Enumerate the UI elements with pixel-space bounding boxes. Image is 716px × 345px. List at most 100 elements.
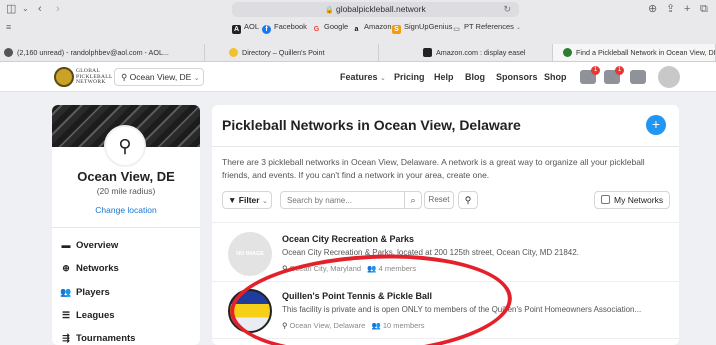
search-icon: ⌕ bbox=[410, 195, 416, 205]
overview-icon: ▬ bbox=[61, 240, 71, 250]
network-thumbnail: NO IMAGE bbox=[228, 232, 272, 276]
list-item[interactable]: Quillen's Point Tennis & Pickle Ball Thi… bbox=[212, 283, 679, 339]
address-bar[interactable]: 🔒 globalpickleball.network ↻ bbox=[232, 2, 519, 17]
tab-overview-icon[interactable]: ⧉ bbox=[700, 3, 708, 15]
fav-signupgenius[interactable]: S SignUpGenius bbox=[392, 21, 452, 34]
sidebar-item-label: Overview bbox=[76, 240, 119, 251]
divider bbox=[52, 227, 200, 228]
browser-toolbar: ◫ ⌄ ‹ › 🔒 globalpickleball.network ↻ ⊕ ⇪ … bbox=[0, 0, 716, 18]
chevron-down-icon: ⌄ bbox=[193, 75, 200, 82]
tab-label: Directory – Quillen's Point bbox=[242, 48, 325, 57]
download-icon[interactable]: ⊕ bbox=[648, 3, 657, 15]
nav-features[interactable]: Features ⌄ bbox=[340, 62, 386, 92]
nav-sponsors[interactable]: Sponsors bbox=[496, 62, 538, 92]
sidebar-item-overview[interactable]: ▬ Overview bbox=[60, 238, 119, 252]
location-card: ⚲ Ocean View, DE (20 mile radius) Change… bbox=[52, 105, 200, 345]
tab-label: Find a Pickleball Network in Ocean View,… bbox=[576, 48, 716, 57]
amazon-icon bbox=[423, 48, 432, 57]
tab-label: Amazon.com : display easel bbox=[436, 48, 526, 57]
bell-icon[interactable]: 1 bbox=[604, 66, 624, 84]
list-icon: ☰ bbox=[61, 310, 71, 320]
network-name[interactable]: Quillen's Point Tennis & Pickle Ball bbox=[282, 291, 432, 301]
fav-label: Amazon bbox=[364, 22, 392, 31]
nav-label: Features bbox=[340, 72, 378, 82]
sidebar-item-networks[interactable]: ⊕ Networks bbox=[60, 261, 119, 275]
search-button[interactable]: ⌕ bbox=[404, 191, 422, 209]
network-meta: ⚲ Ocean City, Maryland 👥 4 members bbox=[282, 264, 416, 273]
logo-text: GLOBAL PICKLEBALL NETWORK bbox=[76, 68, 113, 86]
globe-icon: ⊕ bbox=[62, 263, 70, 273]
tab-amazon[interactable]: Amazon.com : display easel bbox=[379, 44, 553, 61]
google-icon: G bbox=[313, 26, 320, 33]
location-selector[interactable]: ⚲ Ocean View, DE ⌄ bbox=[114, 68, 204, 86]
sidebar-item-label: Leagues bbox=[76, 310, 115, 321]
nav-shop[interactable]: Shop bbox=[544, 62, 567, 92]
reload-icon[interactable]: ↻ bbox=[503, 2, 511, 17]
network-name[interactable]: Ocean City Recreation & Parks bbox=[282, 234, 414, 244]
menu-icon[interactable]: ≡ bbox=[6, 21, 11, 33]
contacts-icon[interactable] bbox=[630, 70, 646, 84]
site-favicon bbox=[229, 48, 238, 57]
filter-button[interactable]: ▼ Filter ⌄ bbox=[222, 191, 272, 209]
fav-aol[interactable]: A AOL bbox=[232, 21, 259, 34]
near-me-button[interactable]: ⚲ bbox=[458, 191, 478, 209]
location-label: Ocean View, DE bbox=[129, 72, 192, 82]
nav-help[interactable]: Help bbox=[434, 62, 454, 92]
favorites-bar: ≡ A AOL f Facebook G Google a Amazon S SignUp… bbox=[0, 19, 716, 34]
sidebar-toggle-icon[interactable]: ◫ bbox=[6, 3, 16, 15]
notifications-badge: 1 bbox=[615, 66, 624, 75]
page-title: Pickleball Networks in Ocean View, Delaw… bbox=[222, 117, 521, 133]
search-radius: (20 mile radius) bbox=[96, 186, 156, 196]
my-networks-toggle[interactable]: My Networks bbox=[594, 191, 670, 209]
fav-amazon[interactable]: a Amazon bbox=[352, 21, 392, 34]
filter-icon: ▼ bbox=[228, 195, 237, 205]
signupgenius-icon: S bbox=[392, 25, 401, 34]
new-tab-icon[interactable]: + bbox=[684, 3, 690, 15]
sidebar-item-label: Networks bbox=[76, 263, 119, 274]
site-header: GLOBAL PICKLEBALL NETWORK ⚲ Ocean View, … bbox=[0, 62, 716, 92]
avatar[interactable] bbox=[658, 66, 680, 88]
list-item[interactable]: NO IMAGE Ocean City Recreation & Parks O… bbox=[212, 226, 679, 282]
sidebar-item-label: Players bbox=[76, 287, 110, 298]
logo-line: NETWORK bbox=[76, 79, 106, 85]
site-favicon bbox=[563, 48, 572, 57]
share-icon[interactable]: ⇪ bbox=[666, 3, 675, 15]
sidebar-item-players[interactable]: 👥 Players bbox=[60, 285, 110, 299]
tab-find-network[interactable]: Find a Pickleball Network in Ocean View,… bbox=[553, 44, 716, 61]
reset-button[interactable]: Reset bbox=[424, 191, 454, 209]
map-pin-icon: ⚲ bbox=[464, 195, 472, 205]
chevron-down-icon[interactable]: ⌄ bbox=[22, 3, 29, 15]
tab-directory[interactable]: Directory – Quillen's Point bbox=[205, 44, 379, 61]
city-name: Ocean View, DE bbox=[77, 169, 175, 184]
sidebar-item-leagues[interactable]: ☰ Leagues bbox=[60, 308, 115, 322]
network-location: Ocean View, Delaware bbox=[289, 321, 366, 330]
plus-icon: + bbox=[651, 116, 661, 132]
fav-google[interactable]: G Google bbox=[312, 21, 348, 34]
fav-facebook[interactable]: f Facebook bbox=[262, 21, 307, 34]
fav-label: Google bbox=[324, 22, 349, 31]
nav-pricing[interactable]: Pricing bbox=[394, 62, 425, 92]
tab-aol-mail[interactable]: (2,160 unread) - randolphbev@aol.com - A… bbox=[0, 44, 205, 61]
tab-label: (2,160 unread) - randolphbev@aol.com - A… bbox=[17, 48, 169, 57]
map-pin-icon: ⚲ bbox=[121, 72, 128, 82]
sidebar-item-tournaments[interactable]: ⇶ Tournaments bbox=[60, 331, 135, 345]
fav-label: PT References bbox=[464, 22, 514, 31]
forward-icon[interactable]: › bbox=[56, 3, 60, 15]
network-description: This facility is private and is open ONL… bbox=[282, 305, 642, 314]
chevron-down-icon: ⌄ bbox=[261, 198, 268, 205]
nav-blog[interactable]: Blog bbox=[465, 62, 485, 92]
map-pin-icon: ⚲ bbox=[104, 125, 146, 167]
sidebar-item-label: Tournaments bbox=[76, 333, 136, 344]
site-logo[interactable]: GLOBAL PICKLEBALL NETWORK bbox=[54, 67, 112, 87]
network-meta: ⚲ Ocean View, Delaware 👥 10 members bbox=[282, 321, 425, 330]
aol-icon: A bbox=[232, 25, 241, 34]
network-members: 10 members bbox=[382, 321, 425, 330]
networks-panel: Pickleball Networks in Ocean View, Delaw… bbox=[212, 105, 679, 345]
create-network-button[interactable]: + bbox=[646, 115, 666, 135]
checkbox[interactable] bbox=[601, 195, 610, 204]
messages-icon[interactable]: 1 bbox=[580, 66, 600, 84]
search-input[interactable] bbox=[280, 191, 405, 209]
back-icon[interactable]: ‹ bbox=[38, 3, 42, 15]
change-location-link[interactable]: Change location bbox=[52, 205, 200, 215]
fav-pt-references[interactable]: ▭ PT References ⌄ bbox=[452, 21, 521, 34]
